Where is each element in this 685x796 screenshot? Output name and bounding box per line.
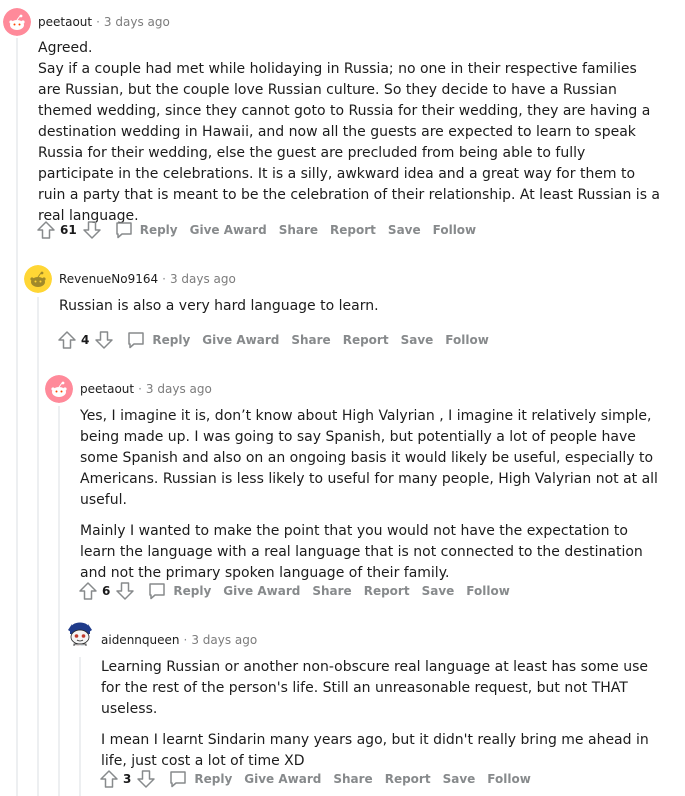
- reply-button[interactable]: Reply: [147, 581, 211, 601]
- comment-actions: 3 Reply Give Award Share Report Save Fol…: [99, 767, 531, 791]
- reply-button[interactable]: Reply: [126, 330, 190, 350]
- follow-button[interactable]: Follow: [487, 772, 531, 786]
- follow-button[interactable]: Follow: [445, 333, 489, 347]
- timestamp-link[interactable]: 3 days ago: [191, 633, 257, 647]
- snoo-avatar-icon: [24, 265, 52, 293]
- snoo-avatar-icon: [68, 622, 92, 646]
- share-button[interactable]: Share: [333, 772, 372, 786]
- avatar[interactable]: [66, 618, 94, 646]
- downvote-icon[interactable]: [136, 769, 156, 789]
- follow-button[interactable]: Follow: [433, 223, 477, 237]
- upvote-icon[interactable]: [36, 220, 56, 240]
- upvote-icon[interactable]: [57, 330, 77, 350]
- give-award-button[interactable]: Give Award: [244, 772, 321, 786]
- upvote-icon[interactable]: [78, 581, 98, 601]
- thread-line-4[interactable]: [79, 657, 81, 796]
- comment-paragraph: I mean I learnt Sindarin many years ago,…: [101, 732, 649, 769]
- thread-line-3[interactable]: [58, 406, 60, 796]
- share-button[interactable]: Share: [279, 223, 318, 237]
- downvote-icon[interactable]: [82, 220, 102, 240]
- vote-score: 6: [102, 584, 111, 598]
- comment-body: Yes, I imagine it is, don’t know about H…: [80, 406, 660, 584]
- comment-paragraph: Mainly I wanted to make the point that y…: [80, 523, 643, 581]
- save-button[interactable]: Save: [443, 772, 476, 786]
- username-link[interactable]: RevenueNo9164: [59, 272, 158, 286]
- avatar[interactable]: [45, 375, 73, 403]
- timestamp-link[interactable]: 3 days ago: [146, 382, 212, 396]
- save-button[interactable]: Save: [401, 333, 434, 347]
- downvote-icon[interactable]: [115, 581, 135, 601]
- comment-actions: 61 Reply Give Award Share Report Save Fo…: [36, 218, 476, 242]
- comment-paragraph: Agreed.: [38, 40, 93, 56]
- give-award-button[interactable]: Give Award: [223, 584, 300, 598]
- meta-separator: ·: [183, 633, 188, 647]
- comment-paragraph: Yes, I imagine it is, don’t know about H…: [80, 408, 658, 508]
- report-button[interactable]: Report: [364, 584, 410, 598]
- save-button[interactable]: Save: [422, 584, 455, 598]
- share-button[interactable]: Share: [312, 584, 351, 598]
- reply-label: Reply: [194, 772, 233, 786]
- share-button[interactable]: Share: [291, 333, 330, 347]
- report-button[interactable]: Report: [330, 223, 376, 237]
- comment-body: Agreed. Say if a couple had met while ho…: [38, 38, 663, 227]
- comment-body: Russian is also a very hard language to …: [59, 296, 659, 317]
- give-award-button[interactable]: Give Award: [190, 223, 267, 237]
- comment-meta: peetaout · 3 days ago: [80, 379, 212, 399]
- meta-separator: ·: [96, 15, 100, 29]
- downvote-icon[interactable]: [94, 330, 114, 350]
- comment-meta: aidennqueen · 3 days ago: [101, 630, 257, 650]
- comment-body: Learning Russian or another non-obscure …: [101, 657, 661, 772]
- follow-button[interactable]: Follow: [466, 584, 510, 598]
- username-link[interactable]: peetaout: [38, 15, 92, 29]
- snoo-avatar-icon: [3, 8, 31, 36]
- comment-paragraph: Say if a couple had met while holidaying…: [38, 61, 661, 224]
- comment-meta: peetaout · 3 days ago: [38, 12, 170, 32]
- comment-meta: RevenueNo9164 · 3 days ago: [59, 269, 236, 289]
- comment-paragraph: Learning Russian or another non-obscure …: [101, 659, 648, 717]
- vote-score: 61: [60, 223, 77, 237]
- reply-button[interactable]: Reply: [114, 220, 178, 240]
- give-award-button[interactable]: Give Award: [202, 333, 279, 347]
- thread-line-2[interactable]: [37, 297, 39, 796]
- reply-label: Reply: [152, 333, 191, 347]
- meta-separator: ·: [162, 272, 166, 286]
- reply-button[interactable]: Reply: [168, 769, 232, 789]
- timestamp-link[interactable]: 3 days ago: [104, 15, 170, 29]
- comment-bubble-icon: [170, 771, 187, 788]
- reply-label: Reply: [139, 223, 178, 237]
- upvote-icon[interactable]: [99, 769, 119, 789]
- comment-bubble-icon: [115, 222, 132, 239]
- comment-bubble-icon: [149, 583, 166, 600]
- snoo-avatar-icon: [45, 375, 73, 403]
- avatar[interactable]: [24, 265, 52, 293]
- reply-label: Reply: [173, 584, 212, 598]
- avatar[interactable]: [3, 8, 31, 36]
- report-button[interactable]: Report: [343, 333, 389, 347]
- vote-score: 3: [123, 772, 132, 786]
- username-link[interactable]: aidennqueen: [101, 633, 180, 647]
- username-link[interactable]: peetaout: [80, 382, 134, 396]
- vote-score: 4: [81, 333, 90, 347]
- thread-line-1[interactable]: [16, 38, 18, 796]
- meta-separator: ·: [138, 382, 142, 396]
- save-button[interactable]: Save: [388, 223, 421, 237]
- comment-actions: 6 Reply Give Award Share Report Save Fol…: [78, 579, 510, 603]
- report-button[interactable]: Report: [385, 772, 431, 786]
- comment-bubble-icon: [128, 332, 145, 349]
- timestamp-link[interactable]: 3 days ago: [170, 272, 236, 286]
- comment-actions: 4 Reply Give Award Share Report Save Fol…: [57, 328, 489, 352]
- comment-paragraph: Russian is also a very hard language to …: [59, 298, 379, 314]
